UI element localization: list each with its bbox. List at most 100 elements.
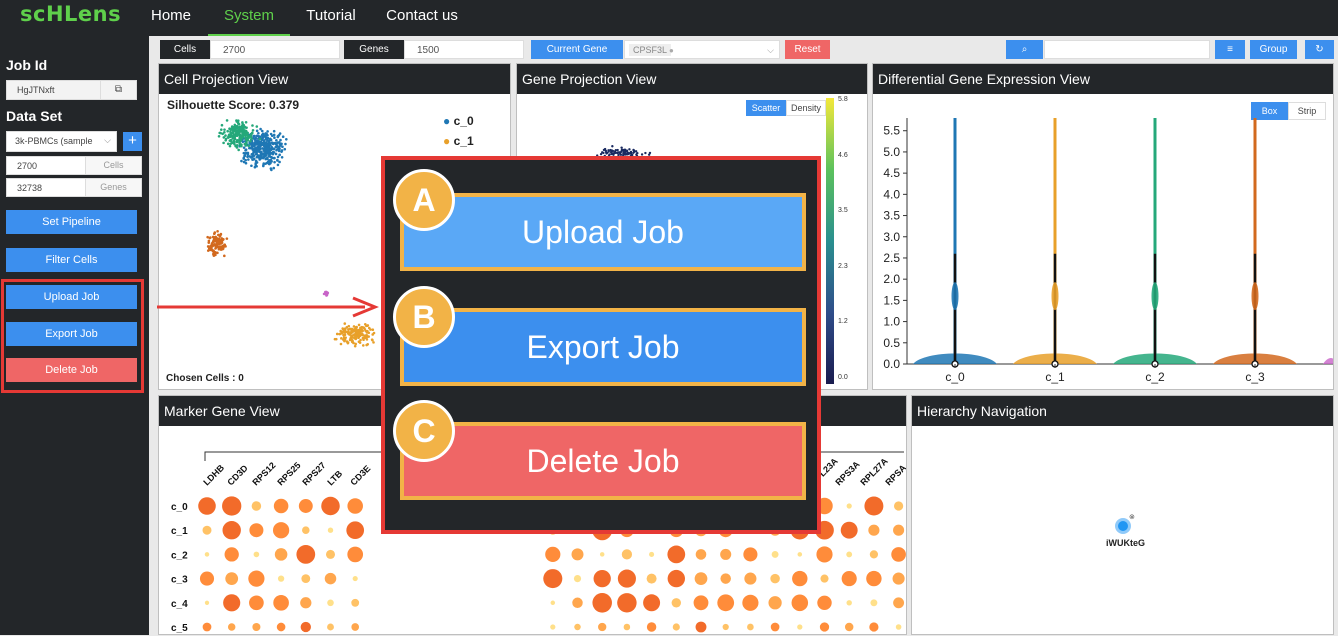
colorbar-tick-label: 5.8 [838,96,848,103]
colorbar-tick-label: 0.0 [838,373,848,381]
search-icon[interactable]: ⌕ [1006,40,1043,59]
violin-c_1[interactable] [1013,118,1097,368]
job-id-field[interactable]: HgJTNxft [17,85,55,95]
reset-button[interactable]: Reset [785,40,830,59]
current-gene-label: Current Gene [531,40,623,59]
chevron-down-icon: ⌵ [104,135,111,145]
x-tick-label: c_1 [1045,370,1065,384]
expression-dot [204,552,210,557]
expression-dot [864,496,884,516]
callout-delete-job[interactable]: Delete Job [400,422,806,500]
expression-dot [325,549,336,559]
nav-contact-us[interactable]: Contact us [372,0,472,36]
expression-dot [891,547,906,562]
dataset-select[interactable]: 3k-PBMCs (sample [15,136,93,146]
expression-dot [743,547,758,562]
current-gene-select[interactable]: CPSF3L ● ⌵ [624,40,780,59]
chevron-down-icon: ⌵ [767,45,774,55]
expression-dot [744,572,757,585]
y-tick-label: 0.5 [883,336,900,350]
hierarchy-title: Hierarchy Navigation [912,396,1333,426]
add-dataset-icon[interactable]: + [123,132,142,151]
expression-dot [868,524,880,536]
search-input[interactable] [1044,40,1210,59]
colorbar-tick-label: 4.6 [838,151,848,159]
app-logo: scHLens [20,2,122,26]
violin-c_3[interactable] [1213,118,1297,368]
expression-dot [296,545,316,564]
expression-dot [770,573,780,584]
expression-dot [693,595,709,611]
export-job-button[interactable]: Export Job [6,322,137,346]
cells-input[interactable]: 2700 [210,40,340,59]
expression-dot [300,621,311,633]
callout-upload-job[interactable]: Upload Job [400,193,806,271]
nav-home[interactable]: Home [140,0,202,36]
expression-dot [617,593,637,613]
violin-c_2[interactable] [1113,118,1197,368]
x-tick-label: c_3 [1245,370,1265,384]
callout-export-job[interactable]: Export Job [400,308,806,386]
expression-dot [225,572,239,585]
cluster-c1-points [333,322,376,348]
y-tick-label: 0.0 [883,357,900,371]
expression-dot [598,622,607,632]
expression-dot [202,525,212,535]
gene-label: CD3E [348,463,372,487]
callout-badge-b: B [393,286,455,348]
expression-dot [667,545,686,564]
expression-dot [321,496,340,516]
y-tick-label: 2.0 [883,272,900,286]
expression-dot [840,521,858,539]
dge-title: Differential Gene Expression View [873,64,1333,94]
filter-cells-button[interactable]: Filter Cells [6,248,137,272]
violin-c_0[interactable] [913,118,997,368]
y-tick-label: 1.5 [883,293,900,307]
tag-close-icon[interactable]: ● [669,41,674,60]
delete-job-button[interactable]: Delete Job [6,358,137,382]
expression-dot [649,551,655,557]
colorbar [826,98,834,384]
cells-tag: Cells [160,40,210,59]
density-tab[interactable]: Density [786,100,826,116]
expression-dot [346,521,365,540]
list-icon[interactable]: ≡ [1215,40,1245,59]
group-button[interactable]: Group [1250,40,1297,59]
upload-job-button[interactable]: Upload Job [6,285,137,309]
expression-dot [646,622,657,632]
nav-tutorial[interactable]: Tutorial [296,0,366,36]
callout-badge-a: A [393,169,455,231]
expression-dot [249,523,264,538]
gene-label: RPS25 [275,460,302,487]
expression-dot [695,621,707,633]
chosen-cells: Chosen Cells : 0 [166,373,244,384]
expression-dot [347,498,363,514]
genes-label: Genes [85,179,141,196]
genes-input[interactable]: 1500 [404,40,524,59]
expression-dot [327,527,334,533]
expression-dot [893,501,904,511]
expression-dot [869,550,879,559]
expression-dot [351,598,360,607]
expression-dot [819,622,830,632]
set-pipeline-button[interactable]: Set Pipeline [6,210,137,234]
x-tick-label: c_2 [1145,370,1165,384]
expression-dot [301,574,311,584]
job-actions-callout: Upload Job Export Job Delete Job A B C [381,156,821,534]
expression-dot [621,549,633,560]
refresh-icon[interactable]: ↻ [1305,40,1334,59]
scatter-tab[interactable]: Scatter [746,100,786,116]
expression-dot [841,571,857,587]
y-tick-label: 4.5 [883,166,900,180]
y-tick-label: 3.5 [883,209,900,223]
expression-dot [277,575,285,582]
copy-icon[interactable]: ⧉ [100,81,136,99]
expression-dot [771,550,779,558]
expression-dot [572,597,583,609]
expression-dot [717,594,735,612]
nav-system[interactable]: System [208,0,290,36]
node-close-icon[interactable]: ⊗ [1129,513,1135,521]
expression-dot [351,623,360,631]
node-label: iWUKteG [1106,538,1145,548]
row-label: c_4 [171,599,188,610]
